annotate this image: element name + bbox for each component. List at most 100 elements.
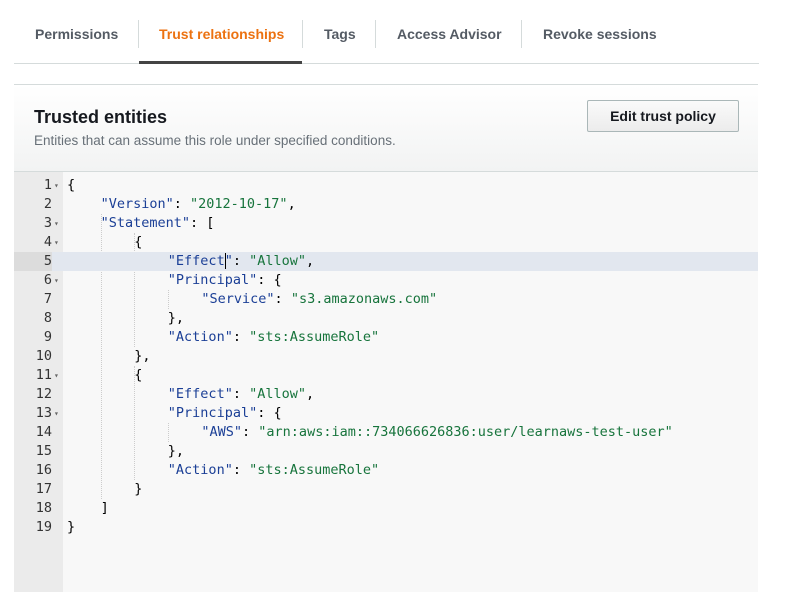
json-key: "Principal" [167, 272, 258, 288]
tab-access-advisor[interactable]: Access Advisor [397, 20, 502, 62]
code-line[interactable]: 5 "Effect": "Allow", [14, 252, 758, 271]
panel-description: Entities that can assume this role under… [34, 133, 396, 148]
fold-arrow-icon[interactable]: ▾ [54, 214, 59, 233]
tab-divider [302, 20, 303, 48]
code-line[interactable]: 7 "Service": "s3.amazonaws.com" [14, 290, 758, 309]
json-punct: : [232, 462, 250, 478]
line-number: 16 [35, 462, 52, 478]
json-punct: }, [167, 443, 185, 459]
tab-divider [375, 20, 376, 48]
tab-tags[interactable]: Tags [324, 20, 356, 62]
code-text: }, [134, 347, 150, 366]
json-punct: , [287, 196, 296, 212]
code-line[interactable]: 14 "AWS": "arn:aws:iam::734066626836:user… [14, 423, 758, 442]
json-punct: , [306, 386, 315, 402]
line-number: 14 [35, 424, 52, 440]
line-number: 3 [43, 215, 52, 231]
code-text: { [134, 233, 142, 252]
tab-bar: Permissions Trust relationships Tags Acc… [14, 0, 759, 64]
json-key: "Effect [167, 253, 225, 269]
code-text: { [134, 366, 142, 385]
json-punct: : [232, 253, 250, 269]
line-number: 19 [35, 519, 52, 535]
json-key: "Service" [201, 291, 275, 307]
tab-trust-relationships[interactable]: Trust relationships [159, 20, 284, 62]
fold-arrow-icon[interactable]: ▾ [54, 404, 59, 423]
json-key: "AWS" [201, 424, 243, 440]
json-key: "Version" [100, 196, 174, 212]
line-number: 6 [43, 272, 52, 288]
code-text: "Action": "sts:AssumeRole" [168, 461, 379, 480]
json-string: "sts:AssumeRole" [249, 329, 380, 345]
json-string: "Allow" [249, 386, 306, 402]
policy-json-editor[interactable]: 1 ▾{2 "Version": "2012-10-17", 3 ▾ "Statement… [14, 172, 758, 592]
json-key: "Principal" [167, 405, 258, 421]
code-line[interactable]: 18] [14, 499, 758, 518]
code-text: "Principal": { [168, 404, 282, 423]
code-text: "Effect": "Allow", [168, 385, 314, 404]
fold-arrow-icon[interactable]: ▾ [54, 233, 59, 252]
fold-arrow-icon[interactable]: ▾ [54, 176, 59, 195]
json-punct: }, [167, 310, 185, 326]
line-number: 12 [35, 386, 52, 402]
panel-title: Trusted entities [34, 107, 168, 127]
json-key: "Statement" [100, 215, 190, 231]
code-line[interactable]: 10}, [14, 347, 758, 366]
code-text: "Version": "2012-10-17", [101, 195, 296, 214]
json-punct: : [ [190, 215, 215, 231]
tab-permissions[interactable]: Permissions [35, 20, 118, 62]
code-text: { [67, 176, 75, 195]
code-line[interactable]: 3 ▾ "Statement": [ [14, 214, 758, 233]
code-text: } [67, 518, 75, 537]
line-number: 8 [43, 310, 52, 326]
code-line[interactable]: 4 ▾ { [14, 233, 758, 252]
line-number: 9 [43, 329, 52, 345]
json-punct: { [134, 367, 143, 383]
code-text: "Service": "s3.amazonaws.com" [201, 290, 437, 309]
tab-revoke-sessions[interactable]: Revoke sessions [543, 20, 657, 62]
code-text: "AWS": "arn:aws:iam::734066626836:user/l… [201, 423, 672, 442]
code-line[interactable]: 12 "Effect": "Allow", [14, 385, 758, 404]
line-number: 4 [43, 234, 52, 250]
json-punct: } [67, 519, 76, 535]
line-number: 11 [35, 367, 52, 383]
code-line[interactable]: 19} [14, 518, 758, 537]
json-key: "Effect" [167, 386, 233, 402]
json-punct: : [274, 291, 291, 307]
code-line[interactable]: 17} [14, 480, 758, 499]
json-string: "2012-10-17" [190, 196, 288, 212]
code-line[interactable]: 16 "Action": "sts:AssumeRole" [14, 461, 758, 480]
code-line[interactable]: 11 ▾ { [14, 366, 758, 385]
json-key: "Action" [167, 462, 233, 478]
json-punct: , [306, 253, 315, 269]
line-number: 5 [14, 252, 52, 271]
code-text: "Statement": [ [101, 214, 215, 233]
code-line[interactable]: 2 "Version": "2012-10-17", [14, 195, 758, 214]
json-punct: ] [100, 500, 109, 516]
json-string: "sts:AssumeRole" [249, 462, 380, 478]
code-line[interactable]: 6 ▾ "Principal": { [14, 271, 758, 290]
code-line[interactable]: 13 ▾ "Principal": { [14, 404, 758, 423]
code-line[interactable]: 8}, [14, 309, 758, 328]
line-number: 7 [43, 291, 52, 307]
tab-divider [138, 20, 139, 48]
edit-trust-policy-button[interactable]: Edit trust policy [587, 100, 739, 132]
fold-arrow-icon[interactable]: ▾ [54, 366, 59, 385]
json-key: " [224, 253, 233, 269]
line-number: 13 [35, 405, 52, 421]
code-line[interactable]: 9 "Action": "sts:AssumeRole" [14, 328, 758, 347]
code-text: }, [168, 309, 184, 328]
json-punct: { [67, 177, 76, 193]
json-punct: : [173, 196, 191, 212]
fold-arrow-icon[interactable]: ▾ [54, 271, 59, 290]
line-number: 1 [43, 177, 52, 193]
line-number: 10 [35, 348, 52, 364]
line-number: 2 [43, 196, 52, 212]
line-number: 18 [35, 500, 52, 516]
code-line[interactable]: 1 ▾ { [14, 176, 758, 195]
line-number: 15 [35, 443, 52, 459]
code-text: "Action": "sts:AssumeRole" [168, 328, 379, 347]
json-key: "Action" [167, 329, 233, 345]
json-string: "Allow" [249, 253, 307, 269]
code-line[interactable]: 15}, [14, 442, 758, 461]
